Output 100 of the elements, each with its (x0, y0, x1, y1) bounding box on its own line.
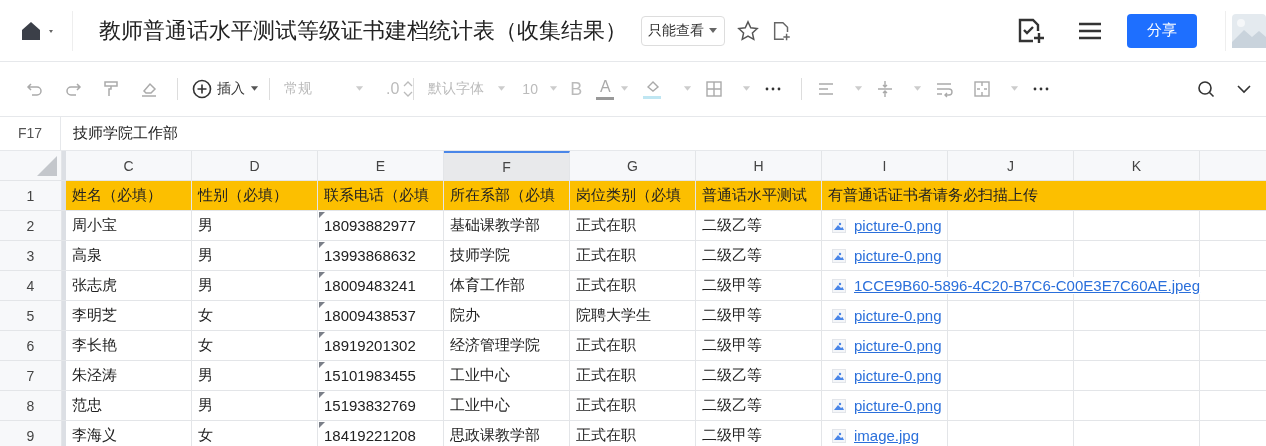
table-cell: 朱泾涛 (72, 366, 117, 385)
image-file-icon (832, 218, 846, 233)
table-cell: 李明芝 (72, 306, 117, 325)
table-cell: 院办 (450, 306, 480, 325)
search-icon[interactable] (1196, 79, 1216, 99)
select-all-icon[interactable] (37, 156, 57, 176)
column-header[interactable]: J (948, 151, 1074, 180)
attachment-link[interactable]: picture-0.png (832, 337, 944, 354)
table-cell: 18009483241 (324, 277, 416, 294)
table-cell: 经济管理学院 (450, 336, 540, 355)
image-file-icon (832, 308, 846, 323)
column-header[interactable]: I (822, 151, 948, 180)
caret-icon[interactable] (683, 86, 693, 92)
share-button[interactable]: 分享 (1127, 13, 1197, 48)
table-cell: 正式在职 (576, 246, 636, 265)
table-cell: 正式在职 (576, 216, 636, 235)
text-number-marker-icon (319, 422, 325, 428)
image-file-icon (832, 368, 846, 383)
document-title: 教师普通话水平测试等级证书建档统计表（收集结果） (99, 16, 627, 45)
text-number-marker-icon (319, 332, 325, 338)
row-number[interactable]: 5 (0, 301, 62, 330)
header-cell: 普通话水平测试 (696, 181, 822, 210)
attachment-link[interactable]: picture-0.png (832, 397, 944, 414)
table-cell: 正式在职 (576, 336, 636, 355)
star-icon[interactable] (737, 19, 759, 42)
caret-icon[interactable] (742, 86, 752, 92)
table-cell: 男 (198, 246, 213, 265)
checklist-add-icon[interactable] (1017, 16, 1045, 45)
text-number-marker-icon (319, 272, 325, 278)
row-number[interactable]: 2 (0, 211, 62, 240)
header-cell: 所在系部（必填 (444, 181, 570, 210)
column-header[interactable]: K (1074, 151, 1200, 180)
caret-icon[interactable] (620, 86, 630, 92)
row-number[interactable]: 4 (0, 271, 62, 300)
table-cell: 正式在职 (576, 426, 636, 445)
image-file-icon (832, 428, 846, 443)
table-cell: 二级乙等 (702, 216, 762, 235)
format-painter-icon[interactable] (101, 79, 121, 99)
row-number[interactable]: 1 (0, 181, 62, 210)
header-cell: 岗位类别（必填 (570, 181, 696, 210)
text-number-marker-icon (319, 392, 325, 398)
row-number[interactable]: 8 (0, 391, 62, 420)
table-cell: 体育工作部 (450, 276, 525, 295)
attachment-link[interactable]: 1CCE9B60-5896-4C20-B7C6-C00E3E7C60AE.jpeg (832, 277, 1203, 294)
text-number-marker-icon (319, 362, 325, 368)
table-cell: 二级乙等 (702, 366, 762, 385)
table-cell: 工业中心 (450, 396, 510, 415)
image-file-icon (832, 278, 846, 293)
caret-icon[interactable] (854, 86, 864, 92)
row-number[interactable]: 3 (0, 241, 62, 270)
text-number-marker-icon (319, 212, 325, 218)
image-file-icon (832, 248, 846, 263)
table-cell: 女 (198, 426, 213, 445)
table-cell: 李海义 (72, 426, 117, 445)
table-cell: 男 (198, 366, 213, 385)
table-cell: 范忠 (72, 396, 102, 415)
merge-cells-icon[interactable] (972, 79, 993, 99)
caret-icon (708, 27, 718, 34)
column-header[interactable]: C (66, 151, 192, 180)
table-cell: 院聘大学生 (576, 306, 651, 325)
attachment-link[interactable]: picture-0.png (832, 247, 944, 264)
insert-button[interactable]: 插入 (192, 79, 259, 99)
row-number[interactable]: 6 (0, 331, 62, 360)
row-number[interactable]: 7 (0, 361, 62, 390)
attachment-link[interactable]: image.jpg (832, 427, 922, 444)
caret-icon[interactable] (1010, 86, 1020, 92)
attachment-link[interactable]: picture-0.png (832, 367, 944, 384)
table-cell: 18919201302 (324, 337, 416, 354)
caret-icon[interactable] (913, 86, 923, 92)
table-cell: 技师学院 (450, 246, 510, 265)
attachment-link[interactable]: picture-0.png (832, 307, 944, 324)
header-cell: 姓名（必填） (66, 181, 192, 210)
menu-icon[interactable] (1079, 21, 1101, 40)
image-file-icon (832, 398, 846, 413)
table-cell: 正式在职 (576, 396, 636, 415)
attachment-link[interactable]: picture-0.png (832, 217, 944, 234)
formula-field[interactable]: 技师学院工作部 (61, 124, 178, 143)
caret-icon (549, 86, 559, 92)
column-header[interactable]: F (444, 151, 570, 180)
image-file-icon (832, 338, 846, 353)
new-document-icon[interactable] (771, 19, 793, 42)
table-cell: 女 (198, 306, 213, 325)
column-header[interactable]: E (318, 151, 444, 180)
stepper-icon[interactable] (403, 79, 414, 99)
row-number[interactable]: 9 (0, 421, 62, 446)
table-cell: 高泉 (72, 246, 102, 265)
decimal-places: .0 (386, 80, 400, 98)
table-cell: 15101983455 (324, 367, 416, 384)
table-cell: 18419221208 (324, 427, 416, 444)
table-cell: 二级甲等 (702, 306, 762, 325)
borders-icon[interactable] (704, 79, 725, 99)
table-cell: 李长艳 (72, 336, 117, 355)
table-cell: 基础课教学部 (450, 216, 540, 235)
text-number-marker-icon (319, 242, 325, 248)
column-header[interactable]: G (570, 151, 696, 180)
table-cell: 18093882977 (324, 217, 416, 234)
view-mode-dropdown[interactable]: 只能查看 (641, 15, 725, 46)
column-header[interactable]: D (192, 151, 318, 180)
table-cell: 18009438537 (324, 307, 416, 324)
column-header[interactable]: H (696, 151, 822, 180)
